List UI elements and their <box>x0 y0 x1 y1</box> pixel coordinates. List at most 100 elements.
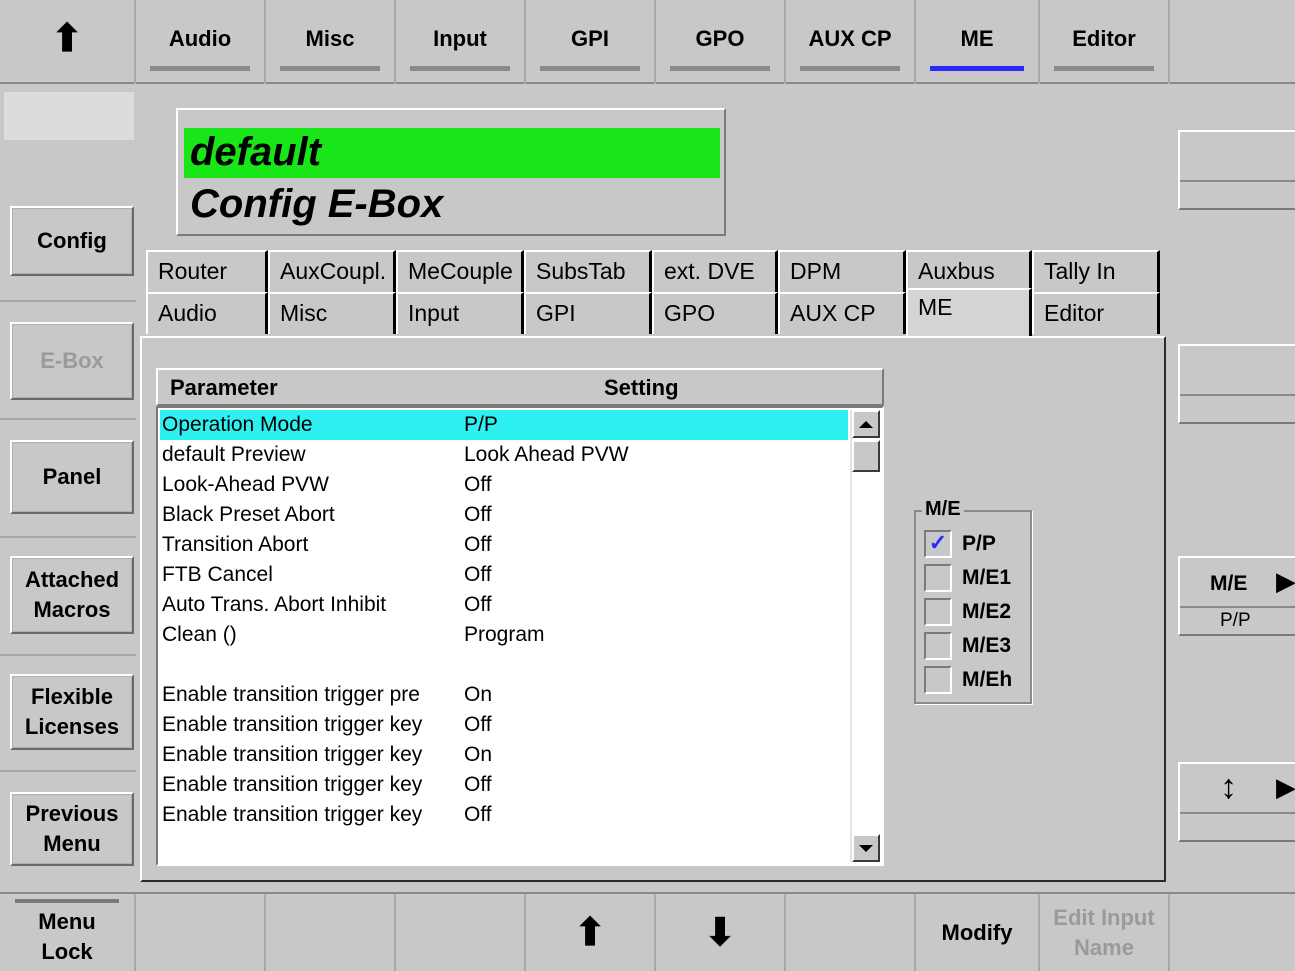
menu-lock-indicator <box>15 898 119 903</box>
bottom-empty-1[interactable] <box>136 894 266 971</box>
top-tab-me[interactable]: ME <box>916 0 1040 84</box>
tab-dpm[interactable]: DPM <box>778 250 906 292</box>
top-tab-label: Editor <box>1072 26 1136 51</box>
list-item[interactable]: Enable transition trigger key Off <box>160 800 848 830</box>
top-tab-label: Audio <box>168 26 232 51</box>
tab-input[interactable]: Input <box>396 292 524 334</box>
me-group: M/E ✓ P/P M/E1 M/E2 M/E3 M/Eh <box>914 498 1032 704</box>
ebox-button[interactable]: E-Box <box>10 322 134 400</box>
list-item[interactable]: Enable transition trigger key Off <box>160 710 848 740</box>
up-arrow-button[interactable]: ⬆ <box>0 0 136 84</box>
button-label: Attached <box>24 567 120 592</box>
header-box: default Config E-Box <box>176 108 726 236</box>
checkbox-meh[interactable] <box>924 666 952 694</box>
top-tab-editor[interactable]: Editor <box>1040 0 1170 84</box>
tab-gpo[interactable]: GPO <box>652 292 778 334</box>
tab-aux-cp[interactable]: AUX CP <box>778 292 906 334</box>
checkbox-label: M/E3 <box>962 634 1012 657</box>
menu-lock-button[interactable]: Menu Lock <box>0 894 136 971</box>
button-label: Menu <box>38 908 96 934</box>
bottom-empty-5[interactable] <box>1170 894 1295 971</box>
tab-auxbus[interactable]: Auxbus <box>906 250 1032 292</box>
top-tab-input[interactable]: Input <box>396 0 526 84</box>
vertical-scrollbar[interactable] <box>850 410 880 862</box>
button-label: Menu <box>43 831 101 856</box>
right-slot-1[interactable] <box>1178 130 1295 210</box>
list-item[interactable]: Look-Ahead PVW Off <box>160 470 848 500</box>
top-tab-gpo[interactable]: GPO <box>656 0 786 84</box>
top-tab-gpi[interactable]: GPI <box>526 0 656 84</box>
list-item[interactable]: Enable transition trigger key On <box>160 740 848 770</box>
updown-button[interactable]: ↕ ▶ <box>1178 762 1295 842</box>
checkbox-label: P/P <box>962 532 996 555</box>
list-item[interactable]: Transition Abort Off <box>160 530 848 560</box>
config-button[interactable]: Config <box>10 206 134 276</box>
me-select-button[interactable]: M/E ▶ P/P <box>1178 556 1295 636</box>
checkbox-me2[interactable] <box>924 598 952 626</box>
me-select-value: P/P <box>1220 610 1251 631</box>
top-tab-aux-cp[interactable]: AUX CP <box>786 0 916 84</box>
top-tab-label: ME <box>960 26 994 51</box>
right-slot-2[interactable] <box>1178 344 1295 424</box>
checkbox-label: M/E1 <box>962 566 1012 589</box>
tab-editor[interactable]: Editor <box>1032 292 1160 334</box>
tab-audio[interactable]: Audio <box>146 292 268 334</box>
top-tab-label: AUX CP <box>808 26 892 51</box>
top-tab-label: Misc <box>305 26 355 51</box>
tab-mecouple[interactable]: MeCouple <box>396 250 524 292</box>
button-label: Name <box>1074 934 1134 960</box>
tab-ext-dve[interactable]: ext. DVE <box>652 250 778 292</box>
checkbox-me3[interactable] <box>924 632 952 660</box>
checkbox-me1[interactable] <box>924 564 952 592</box>
left-divider <box>0 300 136 302</box>
bottom-empty-4[interactable] <box>786 894 916 971</box>
scroll-down-button[interactable] <box>852 834 880 862</box>
list-item[interactable]: Operation Mode P/P <box>160 410 848 440</box>
previous-menu-button[interactable]: Previous Menu <box>10 792 134 866</box>
list-item[interactable]: FTB Cancel Off <box>160 560 848 590</box>
scroll-thumb[interactable] <box>852 440 880 472</box>
modify-button[interactable]: Modify <box>916 894 1040 971</box>
attached-macros-button[interactable]: Attached Macros <box>10 556 134 634</box>
scroll-up-button[interactable] <box>852 410 880 438</box>
list-item[interactable]: default Preview Look Ahead PVW <box>160 440 848 470</box>
scroll-down-list-button[interactable]: ⬇ <box>656 894 786 971</box>
left-divider <box>0 770 136 772</box>
button-label: Edit Input <box>1053 904 1155 930</box>
flexible-licenses-button[interactable]: Flexible Licenses <box>10 674 134 750</box>
tab-gpi[interactable]: GPI <box>524 292 652 334</box>
list-header: Parameter Setting <box>156 368 884 406</box>
tab-tally-in[interactable]: Tally In <box>1032 250 1160 292</box>
me-group-title: M/E <box>922 498 964 521</box>
list-item[interactable] <box>160 650 848 680</box>
tab-me[interactable]: ME <box>906 288 1032 338</box>
tab-router[interactable]: Router <box>146 250 268 292</box>
top-tab-misc[interactable]: Misc <box>266 0 396 84</box>
button-label: Previous <box>25 801 119 826</box>
list-item[interactable]: Enable transition trigger pre On <box>160 680 848 710</box>
list-item[interactable]: Clean () Program <box>160 620 848 650</box>
scroll-up-list-button[interactable]: ⬆ <box>526 894 656 971</box>
parameter-list[interactable]: Operation Mode P/P default Preview Look Ah… <box>156 406 884 866</box>
up-arrow-icon: ⬆ <box>574 911 606 954</box>
column-header-parameter[interactable]: Parameter <box>170 375 278 401</box>
list-item[interactable]: Black Preset Abort Off <box>160 500 848 530</box>
tab-misc[interactable]: Misc <box>268 292 396 334</box>
left-divider <box>0 536 136 538</box>
list-item[interactable]: Enable transition trigger key Off <box>160 770 848 800</box>
bottom-empty-3[interactable] <box>396 894 526 971</box>
left-blank-indicator <box>4 92 134 140</box>
bottom-empty-2[interactable] <box>266 894 396 971</box>
tab-substab[interactable]: SubsTab <box>524 250 652 292</box>
top-tab-audio[interactable]: Audio <box>136 0 266 84</box>
checkbox-pp[interactable]: ✓ <box>924 530 952 558</box>
left-divider <box>0 418 136 420</box>
up-arrow-icon: ⬆ <box>51 18 83 60</box>
column-header-setting[interactable]: Setting <box>604 375 679 401</box>
list-item[interactable]: Auto Trans. Abort Inhibit Off <box>160 590 848 620</box>
button-label: Licenses <box>24 714 120 739</box>
tab-auxcoupl[interactable]: AuxCoupl. <box>268 250 396 292</box>
header-line-1: default <box>190 130 322 174</box>
edit-input-name-button[interactable]: Edit Input Name <box>1040 894 1170 971</box>
panel-button[interactable]: Panel <box>10 440 134 514</box>
